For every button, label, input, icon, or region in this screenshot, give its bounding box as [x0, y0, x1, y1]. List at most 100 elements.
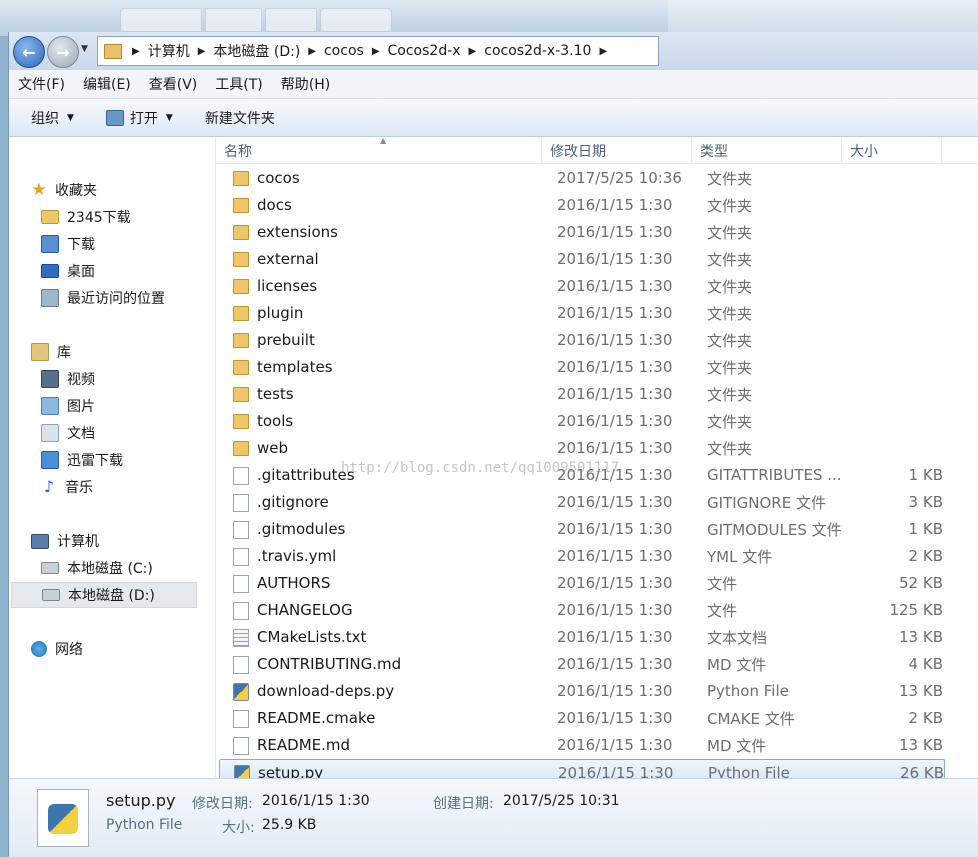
- chevron-right-icon[interactable]: ▶: [366, 46, 386, 57]
- column-name[interactable]: 名称: [216, 137, 542, 163]
- file-type: 文件: [707, 574, 738, 593]
- nav-item-downloads[interactable]: 下载: [41, 231, 227, 257]
- file-row[interactable]: plugin 2016/1/15 1:30 文件夹: [219, 300, 943, 326]
- breadcrumb-cocos[interactable]: cocos: [322, 43, 366, 59]
- file-row[interactable]: tests 2016/1/15 1:30 文件夹: [219, 381, 943, 407]
- chevron-down-icon: ▼: [165, 112, 173, 123]
- background-tab: [265, 8, 317, 32]
- file-type: MD 文件: [707, 736, 767, 755]
- nav-item-desktop[interactable]: 桌面: [41, 258, 227, 284]
- folder-icon: [233, 252, 249, 267]
- breadcrumb[interactable]: ▶ 计算机 ▶ 本地磁盘 (D:) ▶ cocos ▶ Cocos2d-x ▶ …: [97, 36, 659, 66]
- nav-item-label: 2345下载: [67, 210, 131, 226]
- file-row[interactable]: external 2016/1/15 1:30 文件夹: [219, 246, 943, 272]
- chevron-right-icon[interactable]: ▶: [593, 46, 613, 57]
- file-name: AUTHORS: [257, 574, 331, 592]
- file-row[interactable]: AUTHORS 2016/1/15 1:30 文件 52 KB: [219, 570, 943, 596]
- file-name: README.md: [257, 736, 351, 754]
- file-row[interactable]: docs 2016/1/15 1:30 文件夹: [219, 192, 943, 218]
- nav-computer[interactable]: 计算机: [31, 528, 217, 554]
- file-date-modified: 2016/1/15 1:30: [557, 493, 673, 511]
- forward-button[interactable]: →: [47, 36, 79, 68]
- background-tab: [120, 8, 202, 32]
- chevron-right-icon[interactable]: ▶: [192, 46, 212, 57]
- column-date-label: 修改日期: [550, 144, 606, 160]
- file-size: 3 KB: [908, 493, 943, 511]
- music-note-icon: ♪: [43, 477, 55, 496]
- menu-help[interactable]: 帮助(H): [272, 74, 339, 94]
- file-name: prebuilt: [257, 331, 315, 349]
- file-date-modified: 2016/1/15 1:30: [557, 439, 673, 457]
- open-button[interactable]: 打开 ▼: [94, 108, 185, 128]
- column-name-label: 名称: [224, 144, 252, 160]
- nav-item-pictures[interactable]: 图片: [41, 393, 227, 419]
- file-row[interactable]: cocos 2017/5/25 10:36 文件夹: [219, 165, 943, 191]
- download-library-icon: [41, 451, 59, 469]
- nav-item-drive-d[interactable]: 本地磁盘 (D:): [11, 582, 197, 608]
- breadcrumb-cocos2d-x[interactable]: Cocos2d-x: [386, 43, 463, 59]
- organize-button[interactable]: 组织 ▼: [19, 108, 86, 128]
- file-row[interactable]: tools 2016/1/15 1:30 文件夹: [219, 408, 943, 434]
- nav-favorites[interactable]: ★ 收藏夹: [31, 177, 217, 203]
- file-type: YML 文件: [707, 547, 773, 566]
- recent-pages-dropdown[interactable]: ▼: [81, 44, 88, 54]
- nav-item-music[interactable]: ♪ 音乐: [41, 474, 227, 500]
- file-name: external: [257, 250, 319, 268]
- network-icon: [31, 641, 47, 657]
- column-size[interactable]: 大小: [842, 137, 942, 163]
- menu-file[interactable]: 文件(F): [9, 74, 74, 94]
- breadcrumb-computer[interactable]: 计算机: [146, 41, 192, 61]
- nav-item-label: 音乐: [65, 480, 93, 496]
- forward-arrow-icon: →: [56, 42, 70, 62]
- details-filename: setup.py: [106, 791, 176, 810]
- nav-item-label: 最近访问的位置: [67, 291, 165, 307]
- nav-libraries[interactable]: 库: [31, 339, 217, 365]
- nav-item-documents[interactable]: 文档: [41, 420, 227, 446]
- breadcrumb-cocos2d-x-3-10[interactable]: cocos2d-x-3.10: [482, 43, 593, 59]
- file-row[interactable]: prebuilt 2016/1/15 1:30 文件夹: [219, 327, 943, 353]
- file-row[interactable]: CONTRIBUTING.md 2016/1/15 1:30 MD 文件 4 KB: [219, 651, 943, 677]
- nav-item-drive-c[interactable]: 本地磁盘 (C:): [41, 555, 227, 581]
- file-row[interactable]: README.cmake 2016/1/15 1:30 CMAKE 文件 2 KB: [219, 705, 943, 731]
- file-row[interactable]: licenses 2016/1/15 1:30 文件夹: [219, 273, 943, 299]
- file-size: 4 KB: [908, 655, 943, 673]
- new-folder-button[interactable]: 新建文件夹: [193, 108, 287, 128]
- column-date-modified[interactable]: 修改日期: [542, 137, 692, 163]
- file-size: 2 KB: [908, 547, 943, 565]
- file-icon: [233, 467, 249, 485]
- chevron-right-icon[interactable]: ▶: [463, 46, 483, 57]
- nav-favorites-label: 收藏夹: [55, 183, 97, 199]
- folder-icon: [233, 360, 249, 375]
- nav-item-videos[interactable]: 视频: [41, 366, 227, 392]
- details-size-value: 25.9 KB: [262, 817, 317, 833]
- file-row[interactable]: extensions 2016/1/15 1:30 文件夹: [219, 219, 943, 245]
- back-button[interactable]: ←: [13, 36, 45, 68]
- chevron-right-icon[interactable]: ▶: [126, 46, 146, 57]
- back-arrow-icon: ←: [22, 42, 36, 62]
- menu-view[interactable]: 查看(V): [140, 74, 207, 94]
- breadcrumb-drive-d[interactable]: 本地磁盘 (D:): [211, 41, 302, 61]
- column-type[interactable]: 类型: [692, 137, 842, 163]
- menu-edit[interactable]: 编辑(E): [74, 74, 140, 94]
- nav-network[interactable]: 网络: [31, 636, 217, 662]
- chevron-right-icon[interactable]: ▶: [302, 46, 322, 57]
- file-row[interactable]: templates 2016/1/15 1:30 文件夹: [219, 354, 943, 380]
- file-type: GITIGNORE 文件: [707, 493, 826, 512]
- file-row[interactable]: CMakeLists.txt 2016/1/15 1:30 文本文档 13 KB: [219, 624, 943, 650]
- file-date-modified: 2016/1/15 1:30: [557, 601, 673, 619]
- nav-item-label: 迅雷下载: [67, 453, 123, 469]
- file-row[interactable]: download-deps.py 2016/1/15 1:30 Python Fil…: [219, 678, 943, 704]
- nav-item-2345-downloads[interactable]: 2345下载: [41, 204, 227, 230]
- menu-tools[interactable]: 工具(T): [206, 74, 271, 94]
- file-row[interactable]: .gitignore 2016/1/15 1:30 GITIGNORE 文件 3 KB: [219, 489, 943, 515]
- file-row[interactable]: CHANGELOG 2016/1/15 1:30 文件 125 KB: [219, 597, 943, 623]
- nav-item-xunlei-downloads[interactable]: 迅雷下载: [41, 447, 227, 473]
- nav-item-recent-places[interactable]: 最近访问的位置: [41, 285, 227, 311]
- file-row[interactable]: web 2016/1/15 1:30 文件夹: [219, 435, 943, 461]
- file-date-modified: 2017/5/25 10:36: [557, 169, 682, 187]
- folder-icon: [233, 387, 249, 402]
- file-row[interactable]: .travis.yml 2016/1/15 1:30 YML 文件 2 KB: [219, 543, 943, 569]
- file-row[interactable]: .gitmodules 2016/1/15 1:30 GITMODULES 文件 1 …: [219, 516, 943, 542]
- file-row[interactable]: README.md 2016/1/15 1:30 MD 文件 13 KB: [219, 732, 943, 758]
- file-type: Python File: [707, 682, 789, 700]
